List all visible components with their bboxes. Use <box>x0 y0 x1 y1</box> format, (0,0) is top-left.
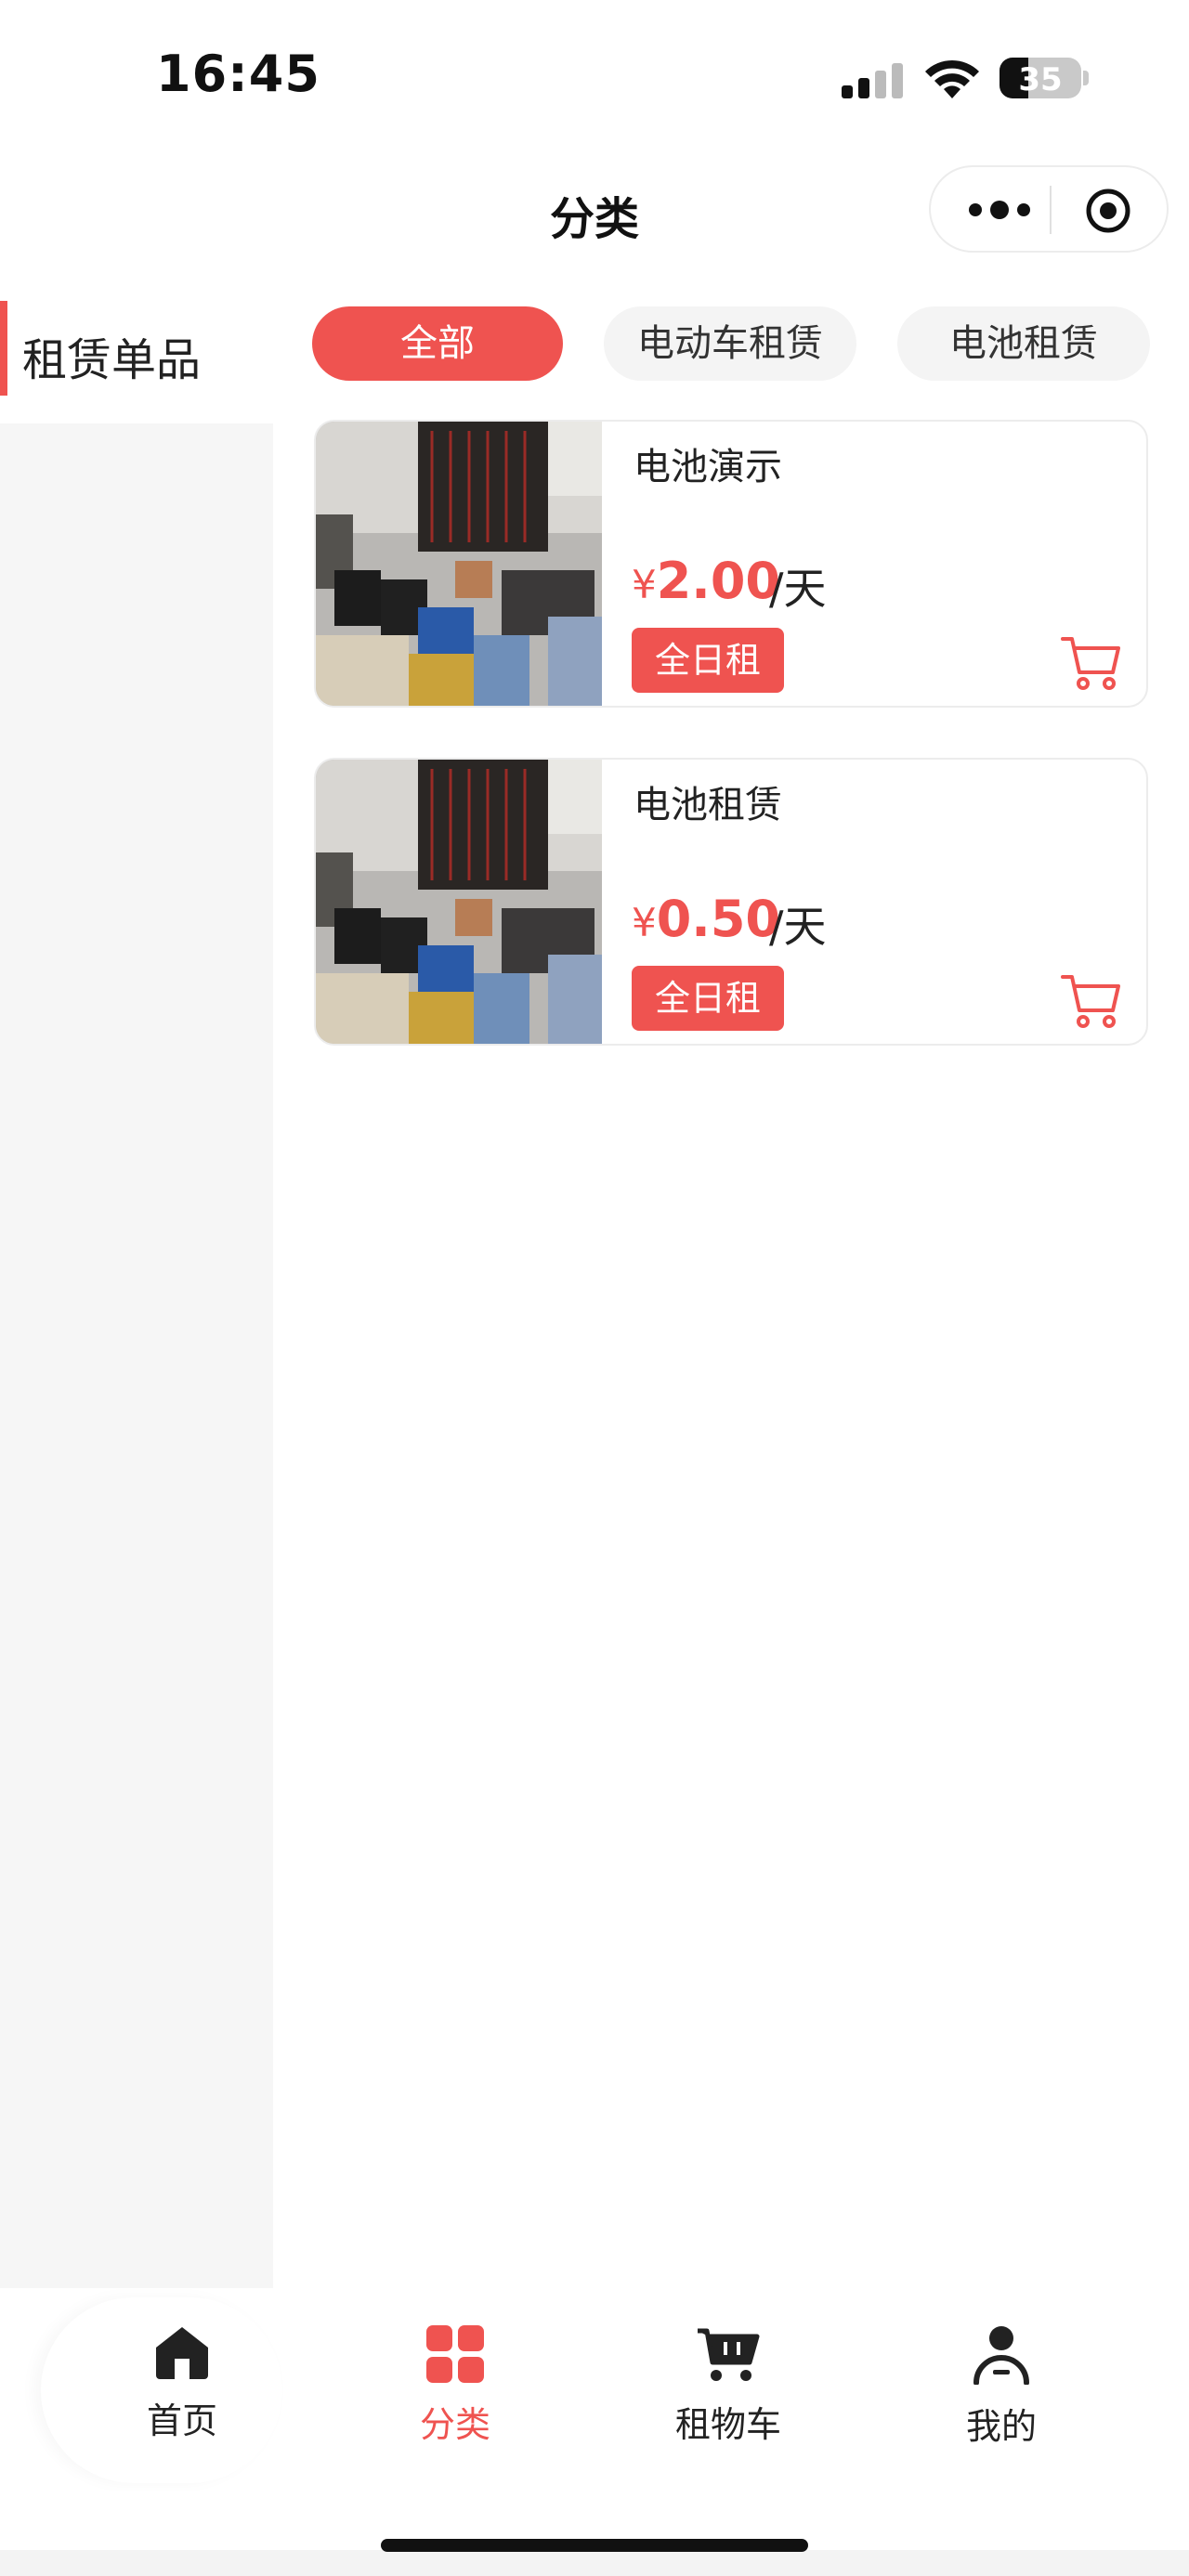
home-indicator <box>381 2539 808 2552</box>
battery-icon: 35 <box>1000 58 1081 98</box>
bottom-safe-area <box>0 2550 1189 2576</box>
tabbar-item-category[interactable]: 分类 <box>362 2325 548 2447</box>
miniprogram-capsule <box>929 165 1169 253</box>
sidebar-active-indicator <box>0 301 7 396</box>
category-grid-icon <box>426 2325 484 2383</box>
price-value: 2.00 <box>656 552 780 610</box>
product-price: ¥0.50 <box>632 890 780 948</box>
currency-symbol: ¥ <box>632 900 657 945</box>
price-unit: /天 <box>769 564 827 614</box>
tabbar-label: 首页 <box>146 2400 217 2441</box>
status-time: 16:45 <box>156 45 320 103</box>
product-image[interactable] <box>316 760 602 1044</box>
more-dots-icon[interactable] <box>966 199 1033 221</box>
battery-level: 35 <box>1018 61 1063 98</box>
product-image[interactable] <box>316 422 602 706</box>
tab-all[interactable]: 全部 <box>312 306 563 381</box>
cart-icon[interactable] <box>1061 633 1122 691</box>
cart-icon <box>698 2328 760 2381</box>
product-card[interactable]: 电池租赁 ¥0.50 /天 全日租 <box>314 758 1148 1046</box>
sidebar-item-rental-items[interactable]: 租赁单品 <box>0 297 273 423</box>
price-value: 0.50 <box>656 890 780 948</box>
rental-type-badge: 全日租 <box>632 966 784 1031</box>
cellular-signal-icon <box>842 61 903 98</box>
rental-type-badge: 全日租 <box>632 628 784 693</box>
status-bar: 16:45 35 <box>0 0 1189 149</box>
tab-battery-rental[interactable]: 电池租赁 <box>897 306 1150 381</box>
product-price: ¥2.00 <box>632 552 780 610</box>
category-sidebar: 租赁单品 <box>0 297 273 2576</box>
wifi-icon <box>925 59 979 98</box>
tabbar-label: 租物车 <box>674 2404 781 2445</box>
product-card[interactable]: 电池演示 ¥2.00 /天 全日租 <box>314 420 1148 708</box>
sidebar-item-label: 租赁单品 <box>22 334 202 386</box>
tab-ebike-rental[interactable]: 电动车租赁 <box>604 306 856 381</box>
cart-icon[interactable] <box>1061 971 1122 1029</box>
capsule-divider <box>1050 186 1052 234</box>
tabbar-item-home[interactable]: 首页 <box>89 2325 275 2443</box>
price-unit: /天 <box>769 902 827 952</box>
product-name: 电池演示 <box>634 446 782 488</box>
tabbar-item-mine[interactable]: 我的 <box>908 2325 1094 2449</box>
bottom-tabbar: 首页 分类 租物车 我的 <box>0 2288 1189 2576</box>
tabbar-label: 分类 <box>419 2404 490 2445</box>
tabbar-label: 我的 <box>965 2406 1037 2447</box>
currency-symbol: ¥ <box>632 562 657 607</box>
product-name: 电池租赁 <box>634 784 782 826</box>
tabbar-item-cart[interactable]: 租物车 <box>635 2325 821 2447</box>
home-icon <box>156 2327 208 2379</box>
user-icon <box>973 2326 1029 2385</box>
target-circle-icon[interactable] <box>1085 188 1131 234</box>
battery-tip <box>1083 71 1089 85</box>
